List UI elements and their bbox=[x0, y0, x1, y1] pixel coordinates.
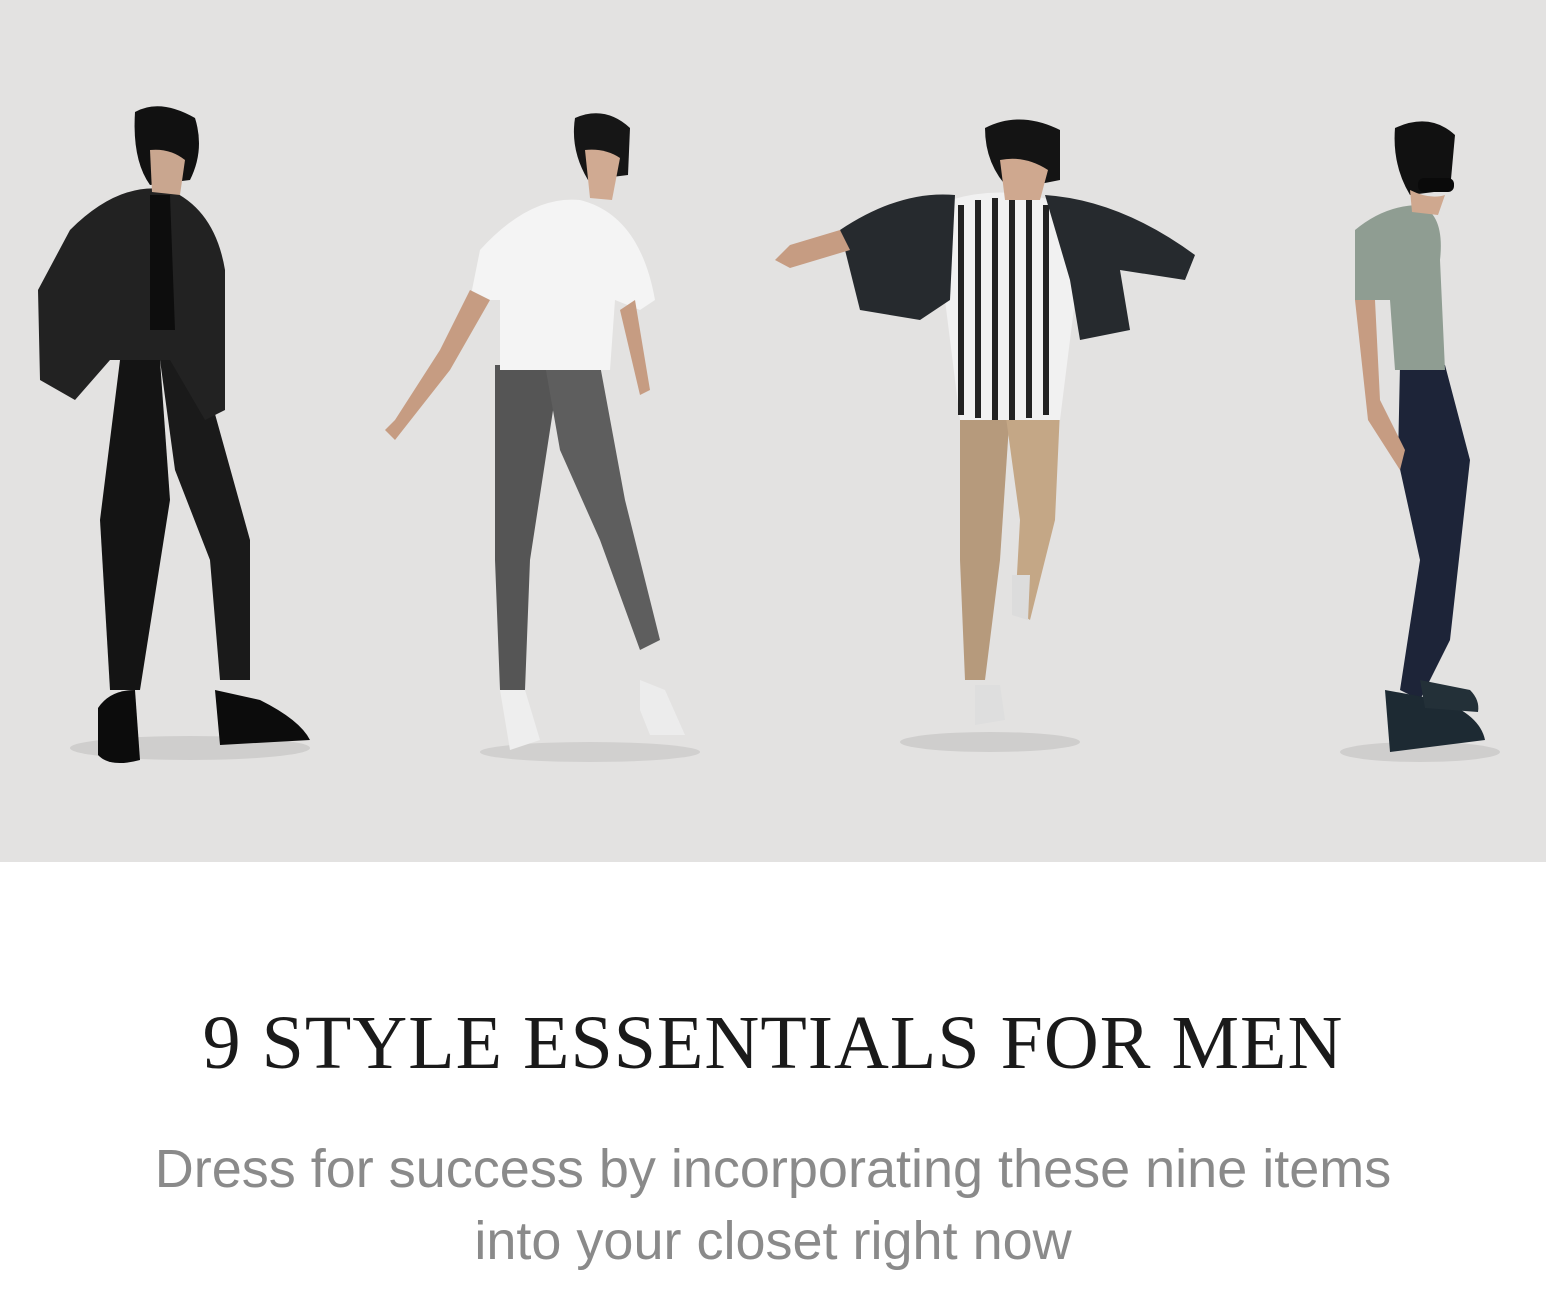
article-title[interactable]: 9 STYLE ESSENTIALS FOR MEN bbox=[0, 1000, 1546, 1086]
article-subtitle: Dress for success by incorporating these… bbox=[154, 1139, 1392, 1271]
article-card[interactable]: 9 STYLE ESSENTIALS FOR MEN Dress for suc… bbox=[0, 0, 1546, 1308]
hero-image[interactable] bbox=[0, 0, 1546, 862]
